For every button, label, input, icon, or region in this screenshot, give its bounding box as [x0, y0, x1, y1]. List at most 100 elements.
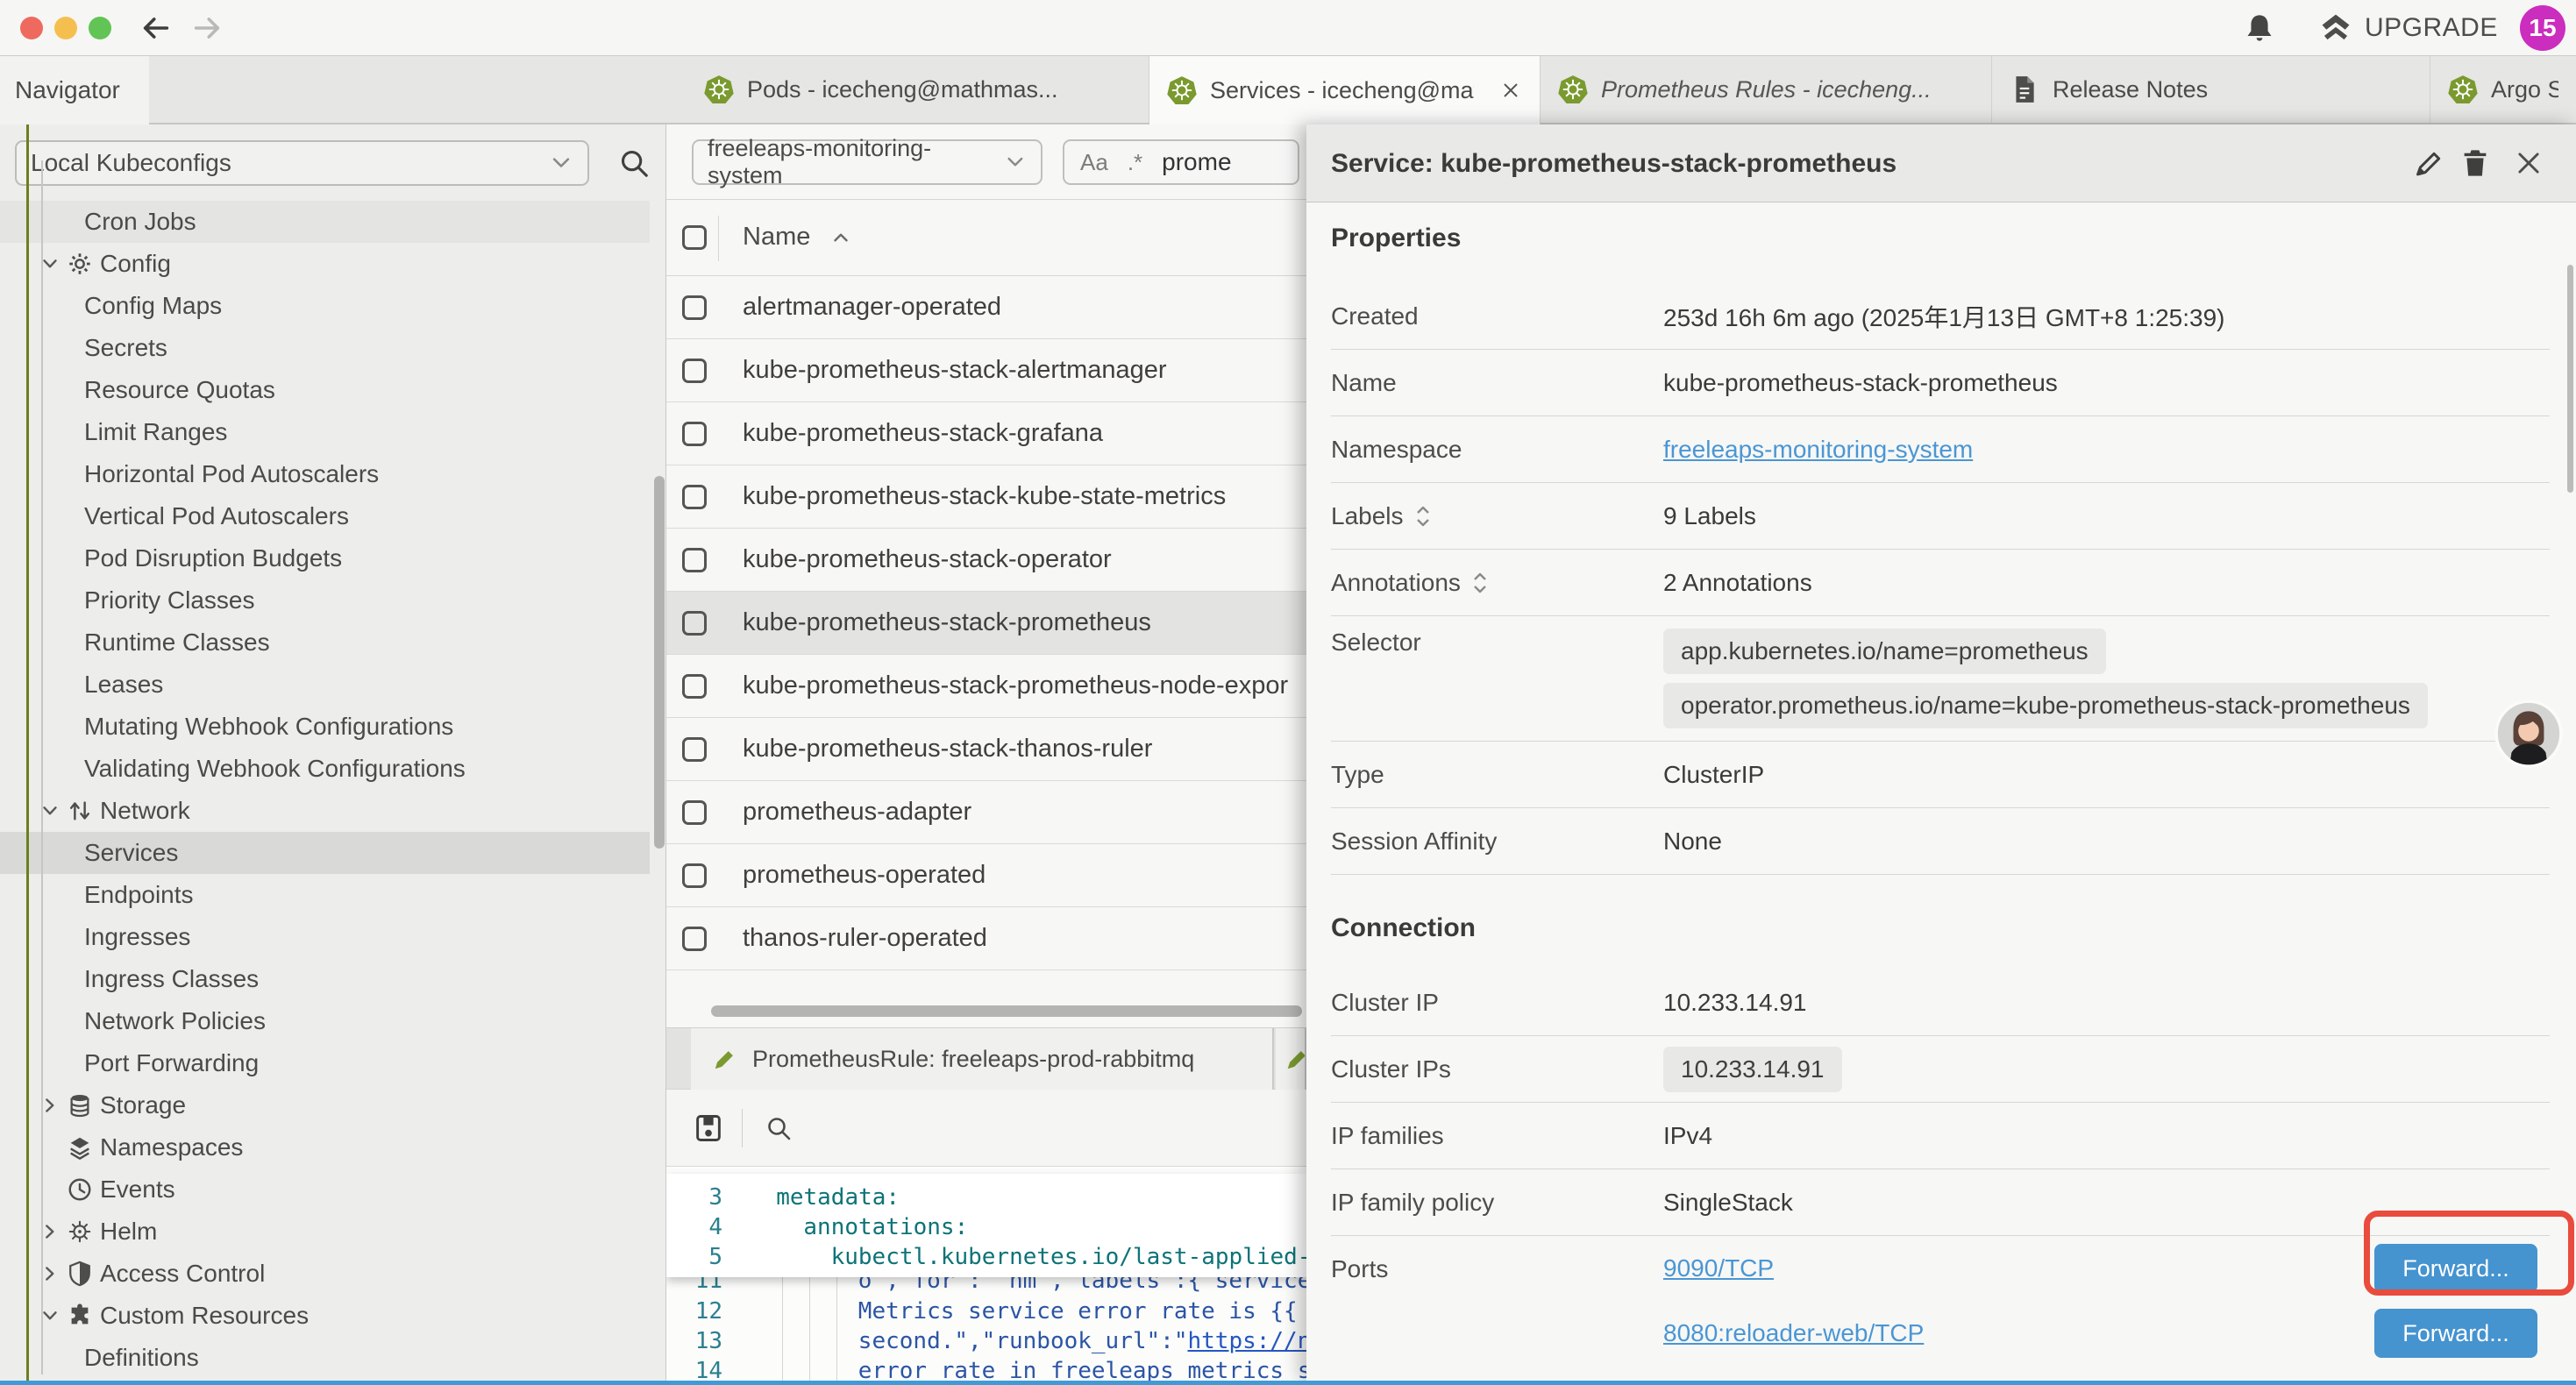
sidebar-search-icon[interactable]: [617, 146, 651, 180]
forward-arrow-icon[interactable]: [191, 12, 223, 44]
sidebar-item-priority-classes[interactable]: Priority Classes: [0, 579, 666, 621]
table-row[interactable]: prometheus-adapter: [666, 781, 1306, 844]
back-arrow-icon[interactable]: [140, 12, 172, 44]
sidebar-item-limit-ranges[interactable]: Limit Ranges: [0, 411, 666, 453]
detail-value: ClusterIP: [1663, 761, 1764, 789]
minimize-window-button[interactable]: [54, 17, 77, 39]
table-row[interactable]: kube-prometheus-stack-grafana: [666, 402, 1306, 465]
table-row[interactable]: prometheus-operated: [666, 844, 1306, 907]
sidebar-item-endpoints[interactable]: Endpoints: [0, 874, 666, 916]
sidebar-item-vertical-pod-autoscalers[interactable]: Vertical Pod Autoscalers: [0, 495, 666, 537]
sidebar-item-storage[interactable]: Storage: [0, 1084, 666, 1126]
sidebar-item-network-policies[interactable]: Network Policies: [0, 1000, 666, 1042]
tab-pods[interactable]: Pods - icecheng@mathmas...: [687, 56, 1149, 123]
close-icon[interactable]: [2513, 147, 2544, 179]
tab-argo[interactable]: Argo Se: [2430, 56, 2576, 123]
row-checkbox[interactable]: [682, 295, 707, 320]
select-all-checkbox[interactable]: [682, 225, 707, 250]
tab-services[interactable]: Services - icecheng@math...: [1149, 56, 1541, 124]
sidebar-item-label: Leases: [84, 671, 163, 699]
port-link[interactable]: 9090/TCP: [1663, 1254, 1774, 1282]
horizontal-scrollbar[interactable]: [711, 1005, 1302, 1017]
sidebar-item-config-maps[interactable]: Config Maps: [0, 285, 666, 327]
notifications-bell-icon[interactable]: [2244, 12, 2275, 44]
delete-trash-icon[interactable]: [2459, 147, 2491, 179]
match-case-toggle[interactable]: Aa: [1080, 149, 1108, 176]
row-checkbox[interactable]: [682, 359, 707, 383]
sidebar-item-cron-jobs[interactable]: Cron Jobs: [0, 201, 666, 243]
yaml-editor[interactable]: 11o", for": "nm", labels :{ service :12M…: [666, 1167, 1306, 1381]
sidebar-item-validating-webhook-configurations[interactable]: Validating Webhook Configurations: [0, 748, 666, 790]
row-checkbox[interactable]: [682, 800, 707, 825]
drawer-scrollbar[interactable]: [2567, 265, 2573, 493]
row-checkbox[interactable]: [682, 611, 707, 636]
table-row[interactable]: kube-prometheus-stack-operator: [666, 529, 1306, 592]
sidebar-item-port-forwarding[interactable]: Port Forwarding: [0, 1042, 666, 1084]
table-row[interactable]: kube-prometheus-stack-alertmanager: [666, 339, 1306, 402]
forward-button[interactable]: Forward...: [2374, 1309, 2537, 1358]
window-bottom-accent: [0, 1381, 2576, 1385]
maximize-window-button[interactable]: [89, 17, 111, 39]
sidebar-item-ingresses[interactable]: Ingresses: [0, 916, 666, 958]
row-checkbox[interactable]: [682, 422, 707, 446]
forward-button[interactable]: Forward...: [2374, 1244, 2537, 1293]
runbook-url-link[interactable]: https://net: [1187, 1328, 1306, 1354]
tab-release[interactable]: Release Notes: [1992, 56, 2430, 123]
row-checkbox[interactable]: [682, 927, 707, 951]
dock-tab-partial[interactable]: [1276, 1028, 1306, 1090]
sidebar-item-config[interactable]: Config: [0, 243, 666, 285]
row-checkbox[interactable]: [682, 863, 707, 888]
port-link[interactable]: 8080:reloader-web/TCP: [1663, 1319, 1924, 1347]
namespace-link[interactable]: freeleaps-monitoring-system: [1663, 436, 1973, 463]
sidebar-item-custom-resources[interactable]: Custom Resources: [0, 1295, 666, 1337]
sidebar-item-secrets[interactable]: Secrets: [0, 327, 666, 369]
save-icon[interactable]: [693, 1112, 724, 1144]
sidebar-item-network[interactable]: Network: [0, 790, 666, 832]
edit-pencil-icon[interactable]: [2414, 147, 2445, 179]
dock-tab-prometheusrule[interactable]: PrometheusRule: freeleaps-prod-rabbitmq: [691, 1028, 1274, 1090]
sort-ascending-icon[interactable]: [829, 226, 852, 249]
row-checkbox[interactable]: [682, 485, 707, 509]
tab-prometheus[interactable]: Prometheus Rules - icecheng...: [1541, 56, 1992, 123]
list-search-input[interactable]: Aa .* prome: [1063, 139, 1299, 185]
sidebar-item-leases[interactable]: Leases: [0, 664, 666, 706]
upgrade-button[interactable]: UPGRADE: [2319, 11, 2498, 46]
table-row[interactable]: kube-prometheus-stack-prometheus-node-ex…: [666, 655, 1306, 718]
sidebar-item-label: Cron Jobs: [84, 208, 196, 236]
user-avatar[interactable]: [2494, 700, 2563, 768]
sidebar-item-services[interactable]: Services: [0, 832, 666, 874]
sidebar-item-runtime-classes[interactable]: Runtime Classes: [0, 621, 666, 664]
sidebar-item-helm[interactable]: Helm: [0, 1211, 666, 1253]
regex-toggle[interactable]: .*: [1128, 149, 1142, 176]
sort-updown-icon[interactable]: [1414, 504, 1432, 529]
sidebar-item-ingress-classes[interactable]: Ingress Classes: [0, 958, 666, 1000]
sidebar-item-events[interactable]: Events: [0, 1168, 666, 1211]
sidebar-item-access-control[interactable]: Access Control: [0, 1253, 666, 1295]
sidebar-item-pod-disruption-budgets[interactable]: Pod Disruption Budgets: [0, 537, 666, 579]
sidebar-item-mutating-webhook-configurations[interactable]: Mutating Webhook Configurations: [0, 706, 666, 748]
sidebar-item-resource-quotas[interactable]: Resource Quotas: [0, 369, 666, 411]
kubeconfig-select[interactable]: Local Kubeconfigs: [15, 140, 589, 186]
editor-search-icon[interactable]: [765, 1114, 793, 1142]
sidebar-item-definitions[interactable]: Definitions: [0, 1337, 666, 1379]
table-row[interactable]: kube-prometheus-stack-kube-state-metrics: [666, 465, 1306, 529]
namespace-select[interactable]: freeleaps-monitoring-system: [692, 139, 1042, 185]
row-checkbox[interactable]: [682, 674, 707, 699]
close-window-button[interactable]: [20, 17, 43, 39]
sidebar-item-namespaces[interactable]: Namespaces: [0, 1126, 666, 1168]
table-row[interactable]: kube-prometheus-stack-prometheus: [666, 592, 1306, 655]
column-header-name[interactable]: Name: [743, 223, 810, 252]
table-row[interactable]: kube-prometheus-stack-thanos-ruler: [666, 718, 1306, 781]
sidebar-scrollbar[interactable]: [654, 476, 665, 849]
sidebar-item-horizontal-pod-autoscalers[interactable]: Horizontal Pod Autoscalers: [0, 453, 666, 495]
notification-count-badge[interactable]: 15: [2520, 5, 2565, 51]
table-row[interactable]: alertmanager-operated: [666, 276, 1306, 339]
navigator-panel-tab[interactable]: Navigator: [0, 56, 149, 124]
sort-updown-icon[interactable]: [1471, 571, 1489, 595]
close-icon[interactable]: [1499, 79, 1522, 102]
detail-value: freeleaps-monitoring-system: [1663, 436, 1973, 464]
row-checkbox[interactable]: [682, 737, 707, 762]
table-row[interactable]: thanos-ruler-operated: [666, 907, 1306, 970]
sidebar-item-label: Access Control: [100, 1260, 265, 1288]
row-checkbox[interactable]: [682, 548, 707, 572]
